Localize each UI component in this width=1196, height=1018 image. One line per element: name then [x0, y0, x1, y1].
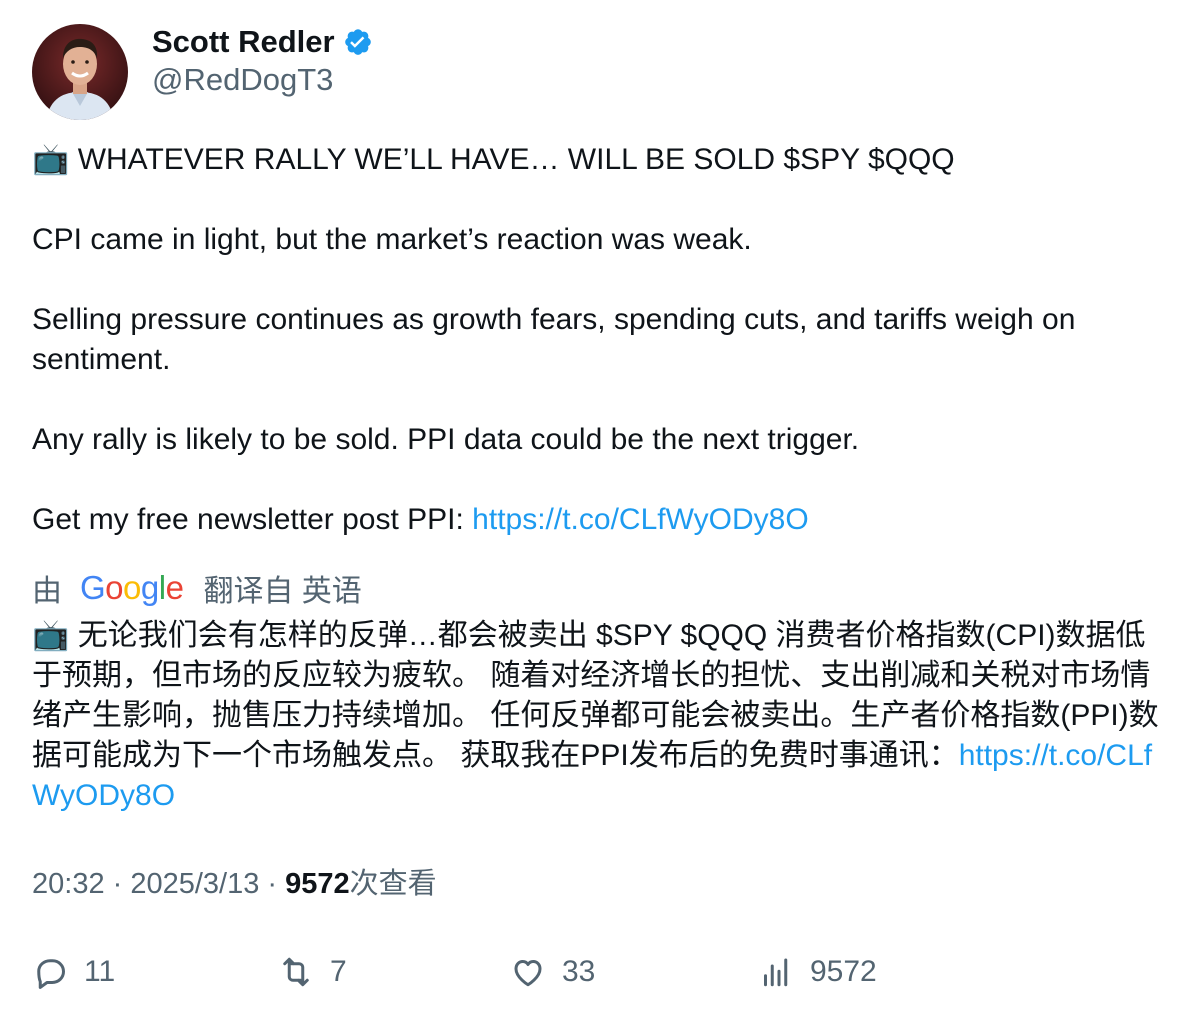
meta-separator: · — [259, 868, 286, 900]
action-bar: 11 7 33 9572 — [32, 950, 1162, 994]
tweet-date[interactable]: 2025/3/13 — [130, 868, 259, 900]
google-letter: G — [80, 569, 106, 606]
bar-chart-icon — [764, 958, 788, 987]
avatar-image — [32, 24, 128, 120]
translated-from-label: 翻译自 英语 — [203, 575, 362, 608]
views-button[interactable]: 9572 — [758, 950, 877, 994]
views-action-count: 9572 — [810, 955, 877, 988]
retweet-button[interactable]: 7 — [278, 950, 347, 994]
google-logo-icon: Google — [80, 569, 184, 607]
tweet-line-1: 📺 WHATEVER RALLY WE’LL HAVE… WILL BE SOL… — [32, 143, 955, 176]
author-name-row: Scott Redler — [152, 22, 373, 62]
reply-button[interactable]: 11 — [32, 950, 115, 994]
newsletter-link[interactable]: https://t.co/CLfWyODy8O — [472, 503, 809, 536]
views-count: 9572 — [285, 868, 350, 900]
translation-attribution[interactable]: 由 Google 翻译自 英语 — [32, 566, 362, 610]
google-letter: l — [158, 569, 166, 606]
like-count: 33 — [562, 955, 596, 988]
reply-count: 11 — [84, 955, 116, 988]
tweet-line-3: Selling pressure continues as growth fea… — [32, 303, 1076, 376]
retweet-count: 7 — [330, 955, 347, 988]
retweet-icon — [283, 957, 309, 987]
google-letter: o — [105, 569, 124, 606]
tweet-line-5: Get my free newsletter post PPI: https:/… — [32, 500, 1167, 540]
like-button[interactable]: 33 — [510, 950, 595, 994]
google-letter: g — [140, 569, 159, 606]
tweet-body: 📺 WHATEVER RALLY WE’LL HAVE… WILL BE SOL… — [32, 140, 1167, 540]
meta-separator: · — [104, 868, 131, 900]
verified-badge-icon[interactable] — [343, 27, 373, 57]
heart-icon — [514, 960, 542, 987]
author-display-name[interactable]: Scott Redler — [152, 24, 335, 60]
tweet-line-4: Any rally is likely to be sold. PPI data… — [32, 423, 860, 456]
translated-tweet-body: 📺 无论我们会有怎样的反弹…都会被卖出 $SPY $QQQ 消费者价格指数(CP… — [32, 616, 1167, 816]
translation-by-label: 由 — [32, 575, 62, 608]
author-avatar[interactable] — [32, 24, 128, 120]
google-letter: e — [165, 569, 184, 606]
views-label: 次查看 — [349, 868, 437, 900]
google-letter: o — [123, 569, 141, 606]
tweet-line-2: CPI came in light, but the market’s reac… — [32, 223, 752, 256]
reply-icon — [37, 959, 65, 989]
tweet-meta: 20:32 · 2025/3/13 · 9572次查看 — [32, 864, 437, 904]
tweet-time[interactable]: 20:32 — [32, 868, 105, 900]
author-handle[interactable]: @RedDogT3 — [152, 62, 333, 98]
newsletter-prefix: Get my free newsletter post PPI: — [32, 503, 473, 536]
